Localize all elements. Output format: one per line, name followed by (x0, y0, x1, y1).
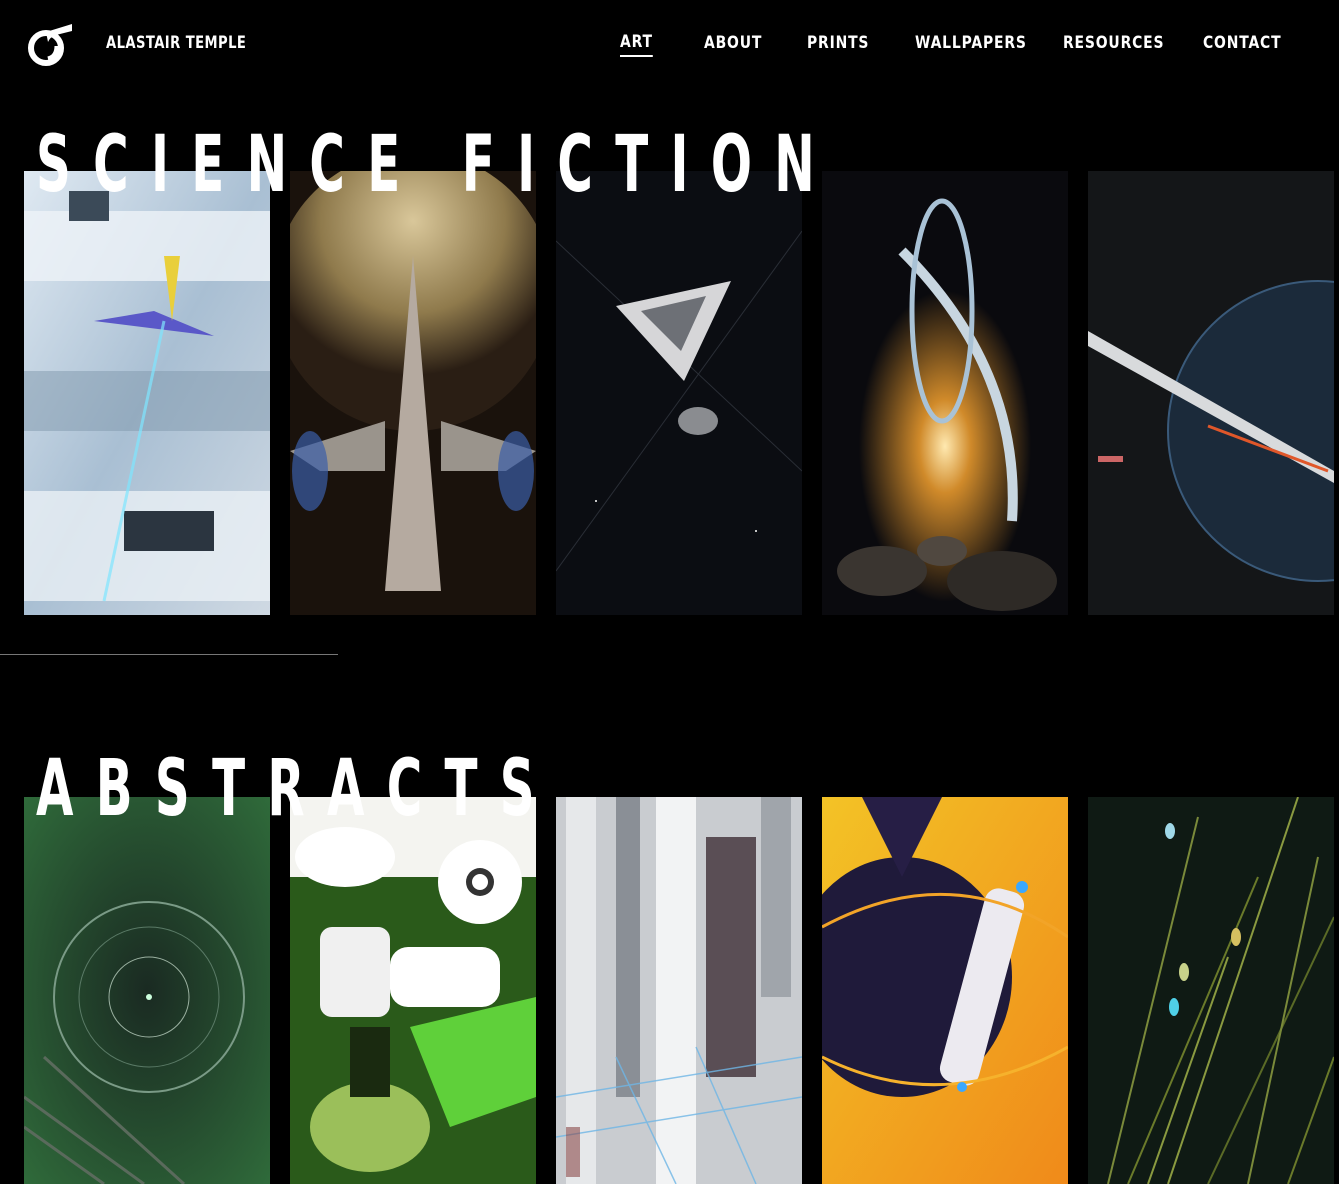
section-divider (0, 654, 338, 655)
nav-contact[interactable]: CONTACT (1203, 33, 1281, 53)
thumbnail-scifi-2[interactable] (290, 171, 536, 615)
thumbnail-abstract-3[interactable] (556, 797, 802, 1184)
thumbnail-abstract-2-image (290, 797, 536, 1184)
thumbnail-abstract-4-image (822, 797, 1068, 1184)
thumbnail-abstract-1-image (24, 797, 270, 1184)
thumbnail-scifi-4-image (822, 171, 1068, 615)
nav-art[interactable]: ART (620, 32, 653, 57)
thumbnail-abstract-4[interactable] (822, 797, 1068, 1184)
thumbnail-abstract-1[interactable] (24, 797, 270, 1184)
thumbnail-scifi-4[interactable] (822, 171, 1068, 615)
thumbnail-abstract-2[interactable] (290, 797, 536, 1184)
thumbnail-scifi-5[interactable] (1088, 171, 1334, 615)
main-nav: ART ABOUT PRINTS WALLPAPERS RESOURCES CO… (0, 0, 1339, 90)
nav-prints[interactable]: PRINTS (807, 33, 869, 53)
thumbnail-scifi-3[interactable] (556, 171, 802, 615)
thumbnail-scifi-5-image (1088, 171, 1334, 615)
thumbnail-abstract-5[interactable] (1088, 797, 1334, 1184)
section-title-science-fiction: SCIENCE FICTION (36, 120, 838, 210)
thumbnail-scifi-3-image (556, 171, 802, 615)
thumbnail-scifi-2-image (290, 171, 536, 615)
thumbnail-scifi-1-image (24, 171, 270, 615)
nav-resources[interactable]: RESOURCES (1063, 33, 1164, 53)
thumbnail-scifi-1[interactable] (24, 171, 270, 615)
section-title-abstracts: ABSTRACTS (36, 744, 557, 834)
nav-wallpapers[interactable]: WALLPAPERS (915, 33, 1027, 53)
thumbnail-abstract-3-image (556, 797, 802, 1184)
thumbnail-abstract-5-image (1088, 797, 1334, 1184)
nav-about[interactable]: ABOUT (704, 33, 762, 53)
page: ALASTAIR TEMPLE ART ABOUT PRINTS WALLPAP… (0, 0, 1339, 1184)
